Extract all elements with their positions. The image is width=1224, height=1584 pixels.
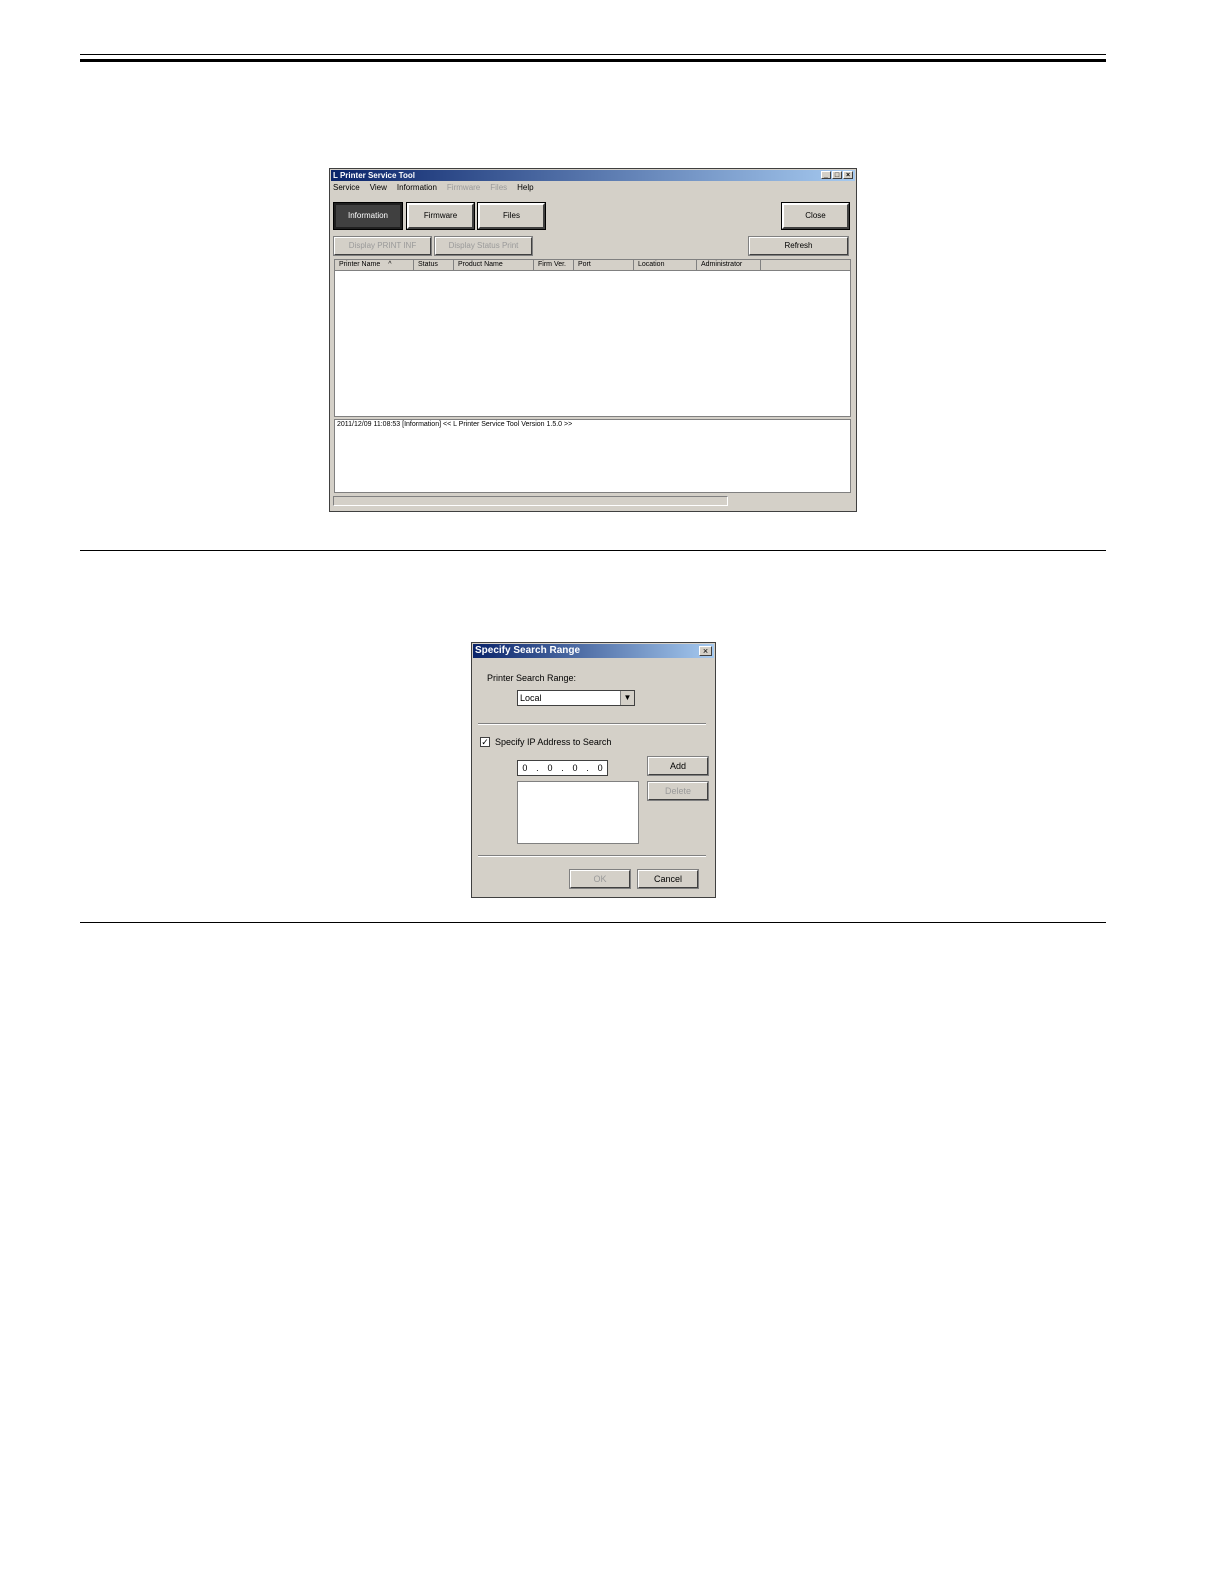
- dialog-separator-top: [478, 723, 706, 725]
- tab-files[interactable]: Files: [477, 202, 546, 230]
- dialog-separator-bottom: [478, 855, 706, 857]
- dialog-title: Specify Search Range: [475, 645, 581, 656]
- col-status[interactable]: Status: [414, 260, 454, 270]
- status-bar: [333, 496, 728, 506]
- printer-service-tool-window: L Printer Service Tool _ □ × Service Vie…: [329, 168, 857, 512]
- tab-firmware[interactable]: Firmware: [406, 202, 475, 230]
- menu-files[interactable]: Files: [490, 183, 507, 193]
- specify-ip-checkbox[interactable]: ✓: [480, 737, 490, 747]
- top-rule-thin: [80, 54, 1106, 55]
- log-output[interactable]: 2011/12/09 11:08:53 [Information] << L P…: [334, 419, 851, 493]
- close-icon[interactable]: ×: [843, 171, 853, 179]
- display-status-print-button[interactable]: Display Status Print: [434, 236, 533, 256]
- col-firm-ver[interactable]: Firm Ver.: [534, 260, 574, 270]
- add-button[interactable]: Add: [647, 756, 709, 776]
- log-line: 2011/12/09 11:08:53 [Information] << L P…: [337, 421, 573, 428]
- bottom-rule: [80, 922, 1106, 923]
- ip-octet-4[interactable]: 0: [598, 761, 603, 775]
- specify-search-range-dialog: Specify Search Range × Printer Search Ra…: [471, 642, 716, 898]
- ip-address-list[interactable]: [517, 781, 639, 844]
- sort-ascending-icon: ^: [388, 261, 392, 268]
- col-printer-name[interactable]: Printer Name ^: [335, 260, 414, 270]
- search-range-label: Printer Search Range:: [487, 673, 577, 683]
- menu-firmware[interactable]: Firmware: [447, 183, 480, 193]
- cancel-button[interactable]: Cancel: [637, 869, 699, 889]
- window-titlebar: L Printer Service Tool _ □ ×: [331, 170, 855, 181]
- col-product-name[interactable]: Product Name: [454, 260, 534, 270]
- col-location[interactable]: Location: [634, 260, 697, 270]
- refresh-button[interactable]: Refresh: [748, 236, 849, 256]
- tab-information[interactable]: Information: [333, 202, 403, 230]
- ip-octet-2[interactable]: 0: [547, 761, 552, 775]
- close-button[interactable]: Close: [781, 202, 850, 230]
- middle-rule: [80, 550, 1106, 551]
- printer-list-header: Printer Name ^ Status Product Name Firm …: [335, 260, 850, 271]
- specify-ip-label: Specify IP Address to Search: [495, 737, 612, 747]
- menu-view[interactable]: View: [370, 183, 387, 193]
- window-title: L Printer Service Tool: [333, 171, 415, 180]
- search-range-value: Local: [520, 693, 542, 703]
- chevron-down-icon[interactable]: ▼: [620, 691, 634, 705]
- top-rule-thick: [80, 59, 1106, 62]
- maximize-icon[interactable]: □: [832, 171, 842, 179]
- dialog-close-icon[interactable]: ×: [699, 646, 712, 656]
- delete-button[interactable]: Delete: [647, 781, 709, 801]
- ip-octet-3[interactable]: 0: [573, 761, 578, 775]
- search-range-select[interactable]: Local ▼: [517, 690, 635, 706]
- menubar: Service View Information Firmware Files …: [333, 183, 534, 193]
- minimize-icon[interactable]: _: [821, 171, 831, 179]
- ip-octet-1[interactable]: 0: [522, 761, 527, 775]
- col-port[interactable]: Port: [574, 260, 634, 270]
- col-administrator[interactable]: Administrator: [697, 260, 761, 270]
- menu-service[interactable]: Service: [333, 183, 360, 193]
- display-print-inf-button[interactable]: Display PRINT INF: [333, 236, 432, 256]
- menu-help[interactable]: Help: [517, 183, 533, 193]
- ok-button[interactable]: OK: [569, 869, 631, 889]
- ip-address-field[interactable]: 0. 0. 0. 0: [517, 760, 608, 776]
- dialog-titlebar: Specify Search Range ×: [473, 644, 714, 658]
- printer-list[interactable]: Printer Name ^ Status Product Name Firm …: [334, 259, 851, 417]
- menu-information[interactable]: Information: [397, 183, 437, 193]
